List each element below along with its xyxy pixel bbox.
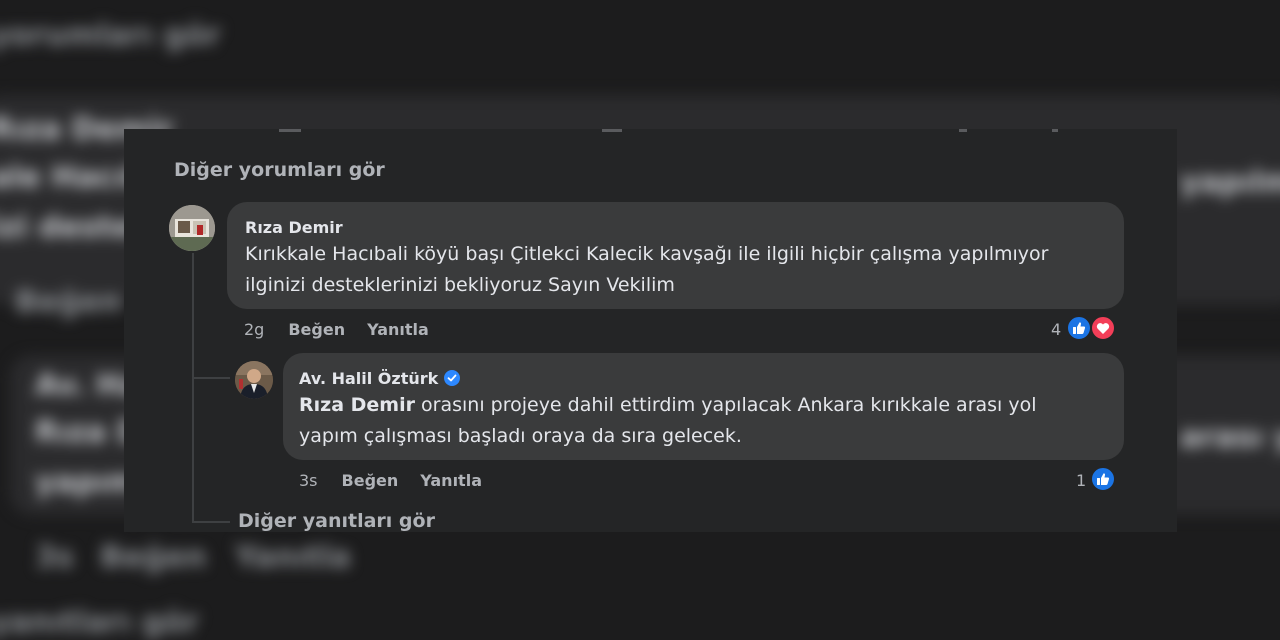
reply-actions: 3s Beğen Yanıtla [299, 471, 504, 490]
comment-text: Kırıkkale Hacıbali köyü başı Çitlekci Ka… [245, 239, 1115, 301]
love-icon[interactable] [1090, 315, 1116, 341]
reply-author[interactable]: Av. Halil Öztürk [299, 369, 461, 388]
comment-author[interactable]: Rıza Demir [245, 218, 343, 237]
verified-badge-icon [444, 370, 461, 386]
avatar-photo-icon [235, 361, 273, 399]
reply-text-line: Rıza Demir orasını projeye dahil ettirdi… [299, 390, 1119, 421]
comment-actions: 2g Beğen Yanıtla [244, 320, 451, 339]
like-icon[interactable] [1066, 315, 1092, 341]
comments-panel: Diğer yorumları gör Rıza Demir Kırıkkale… [124, 129, 1177, 532]
reaction-count[interactable]: 4 [1051, 320, 1061, 339]
reply-text-rest: orasını projeye dahil ettirdim yapılacak… [414, 394, 1037, 416]
avatar-photo-icon [169, 205, 215, 251]
see-more-replies-link[interactable]: Diğer yanıtları gör [238, 510, 435, 532]
reply-bubble: Av. Halil Öztürk Rıza Demir orasını proj… [283, 353, 1124, 460]
comment-text-line: Kırıkkale Hacıbali köyü başı Çitlekci Ka… [245, 243, 1049, 265]
see-more-comments-link[interactable]: Diğer yorumları gör [174, 159, 385, 181]
comment-timestamp[interactable]: 2g [244, 320, 264, 339]
thread-branch-more [192, 521, 230, 523]
reply-text-line: yapım çalışması başladı oraya da sıra ge… [299, 425, 742, 447]
reply-author-name: Av. Halil Öztürk [299, 369, 439, 388]
cropped-top-edge [124, 129, 1177, 132]
comment-bubble: Rıza Demir Kırıkkale Hacıbali köyü başı … [227, 202, 1124, 309]
avatar[interactable] [169, 205, 215, 251]
like-button[interactable]: Beğen [288, 320, 345, 339]
like-icon[interactable] [1090, 466, 1116, 492]
reply-button[interactable]: Yanıtla [367, 320, 429, 339]
reaction-count[interactable]: 1 [1076, 471, 1086, 490]
mention-link[interactable]: Rıza Demir [299, 394, 415, 416]
avatar[interactable] [235, 361, 273, 399]
reply-timestamp[interactable]: 3s [299, 471, 318, 490]
comment-text-line: ilginizi desteklerinizi bekliyoruz Sayın… [245, 274, 675, 296]
reply-text: Rıza Demir orasını projeye dahil ettirdi… [299, 390, 1119, 452]
thread-line [192, 253, 194, 521]
thread-branch-reply [192, 377, 230, 379]
like-button[interactable]: Beğen [342, 471, 399, 490]
reply-button[interactable]: Yanıtla [420, 471, 482, 490]
